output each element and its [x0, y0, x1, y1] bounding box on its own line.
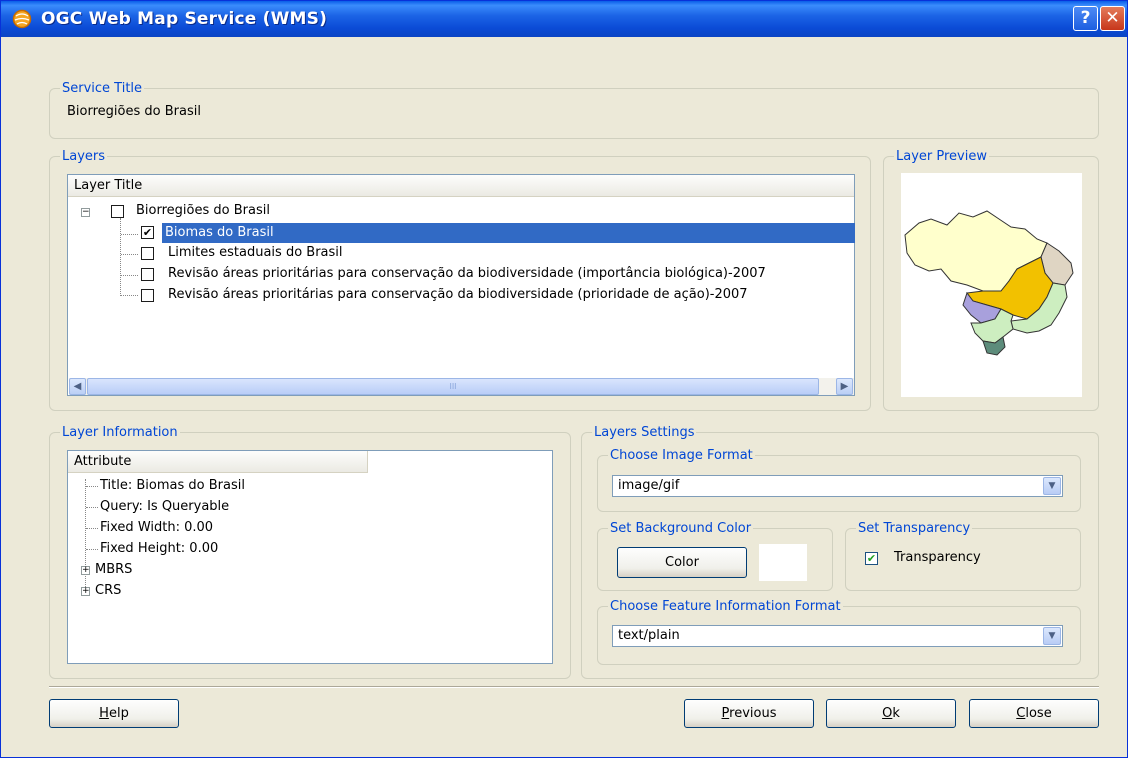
service-title-value: Biorregiões do Brasil — [67, 104, 201, 119]
help-button[interactable]: Help — [49, 699, 179, 728]
layer-title-column-header[interactable]: Layer Title — [68, 175, 854, 197]
tree-connector — [121, 275, 138, 276]
layer-item-limites[interactable]: Limites estaduais do Brasil — [168, 243, 343, 263]
attribute-tree[interactable]: Attribute Title: Biomas do Brasil Query:… — [67, 450, 553, 664]
tree-connector — [120, 218, 121, 296]
collapse-icon[interactable]: − — [81, 208, 90, 217]
tree-connector — [121, 254, 138, 255]
close-button[interactable]: Close — [969, 699, 1099, 728]
layer-item-importancia[interactable]: Revisão áreas prioritárias para conserva… — [168, 264, 854, 284]
tree-connector — [86, 486, 98, 487]
transparency-checkbox[interactable]: ✔ — [865, 552, 878, 565]
tree-connector — [121, 234, 138, 235]
window-title: OGC Web Map Service (WMS) — [41, 9, 328, 29]
service-title-group: Service Title — [49, 81, 1099, 139]
layers-settings-legend: Layers Settings — [594, 425, 695, 440]
feature-format-legend: Choose Feature Information Format — [610, 599, 841, 614]
tree-connector — [86, 528, 98, 529]
chevron-down-icon[interactable]: ▼ — [1043, 477, 1061, 495]
image-format-select[interactable]: image/gif ▼ — [612, 475, 1063, 497]
attribute-group-crs[interactable]: CRS — [95, 581, 121, 602]
ok-button[interactable]: Ok — [826, 699, 956, 728]
root-layer-checkbox[interactable] — [111, 205, 124, 218]
attribute-group-mbrs[interactable]: MBRS — [95, 560, 132, 581]
brazil-map-icon — [904, 210, 1074, 356]
layer-preview-image — [901, 173, 1082, 397]
image-format-value: image/gif — [618, 478, 680, 493]
service-title-legend: Service Title — [62, 81, 143, 96]
layer-checkbox[interactable] — [141, 289, 154, 302]
attribute-title[interactable]: Title: Biomas do Brasil — [100, 476, 245, 497]
layer-checkbox[interactable] — [141, 247, 154, 260]
title-bar[interactable]: OGC Web Map Service (WMS) ? ✕ — [1, 1, 1127, 37]
layers-horizontal-scrollbar[interactable]: ◀ III ▶ — [69, 378, 854, 395]
layer-information-legend: Layer Information — [62, 425, 178, 440]
app-icon — [12, 9, 32, 29]
expand-icon[interactable]: + — [81, 587, 90, 596]
feature-format-select[interactable]: text/plain ▼ — [612, 625, 1063, 647]
tree-connector — [86, 549, 98, 550]
transparency-label[interactable]: Transparency — [894, 548, 981, 568]
help-title-button[interactable]: ? — [1073, 6, 1098, 31]
feature-format-value: text/plain — [618, 628, 680, 643]
scroll-left-icon[interactable]: ◀ — [69, 378, 86, 395]
scroll-right-icon[interactable]: ▶ — [836, 378, 853, 395]
background-color-legend: Set Background Color — [610, 521, 752, 536]
scroll-thumb[interactable]: III — [87, 378, 819, 395]
background-color-swatch[interactable] — [759, 544, 807, 581]
image-format-legend: Choose Image Format — [610, 448, 753, 463]
layer-preview-legend: Layer Preview — [896, 149, 987, 164]
button-separator — [49, 686, 1099, 688]
layers-tree[interactable]: Layer Title − Biorregiões do Brasil ✔ Bi… — [67, 174, 855, 396]
color-button[interactable]: Color — [617, 547, 747, 578]
attribute-column-header[interactable]: Attribute — [68, 451, 368, 473]
wms-dialog: OGC Web Map Service (WMS) ? ✕ Service Ti… — [0, 0, 1128, 758]
layer-item-biomas[interactable]: Biomas do Brasil — [162, 223, 855, 243]
attribute-fixed-height[interactable]: Fixed Height: 0.00 — [100, 539, 218, 560]
layer-checkbox[interactable] — [141, 268, 154, 281]
tree-connector — [86, 507, 98, 508]
previous-button[interactable]: Previous — [684, 699, 814, 728]
transparency-legend: Set Transparency — [858, 521, 971, 536]
layer-checkbox[interactable]: ✔ — [141, 226, 154, 239]
layers-legend: Layers — [62, 149, 106, 164]
close-title-button[interactable]: ✕ — [1100, 6, 1125, 31]
tree-connector — [85, 479, 86, 595]
attribute-fixed-width[interactable]: Fixed Width: 0.00 — [100, 518, 213, 539]
root-layer-label[interactable]: Biorregiões do Brasil — [136, 201, 270, 221]
layer-item-prioridade[interactable]: Revisão áreas prioritárias para conserva… — [168, 285, 748, 305]
attribute-query[interactable]: Query: Is Queryable — [100, 497, 229, 518]
tree-connector — [121, 295, 138, 296]
chevron-down-icon[interactable]: ▼ — [1043, 627, 1061, 645]
expand-icon[interactable]: + — [81, 566, 90, 575]
